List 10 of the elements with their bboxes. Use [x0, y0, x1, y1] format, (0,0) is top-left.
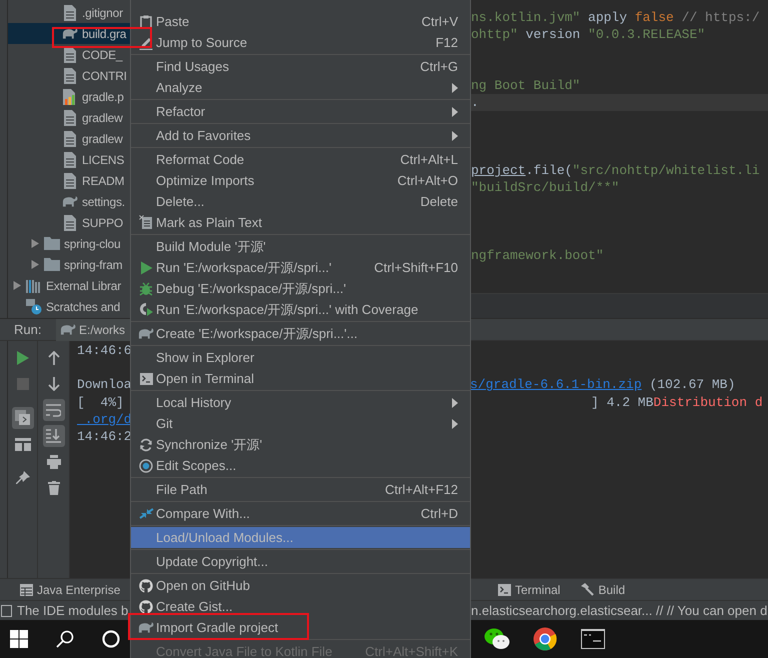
- console-text: s/gradle-6.6.1-bin.zip (102.67 MB): [470, 377, 736, 392]
- status-message: n.elasticsearchorg.elasticsear... // // You can open d: [470, 603, 768, 618]
- console-text: [ 4%]: [77, 394, 124, 410]
- console-text: Downloa: [77, 377, 132, 392]
- console-text: 14:46:2: [77, 428, 132, 444]
- console-text: ] 4.2 MBDistribution d: [591, 394, 763, 410]
- console-text: .org/d: [84, 412, 132, 427]
- run-panel-title: Run:: [14, 322, 42, 337]
- status-message: The IDE modules b: [17, 603, 128, 618]
- console-text: 14:46:6: [77, 343, 132, 358]
